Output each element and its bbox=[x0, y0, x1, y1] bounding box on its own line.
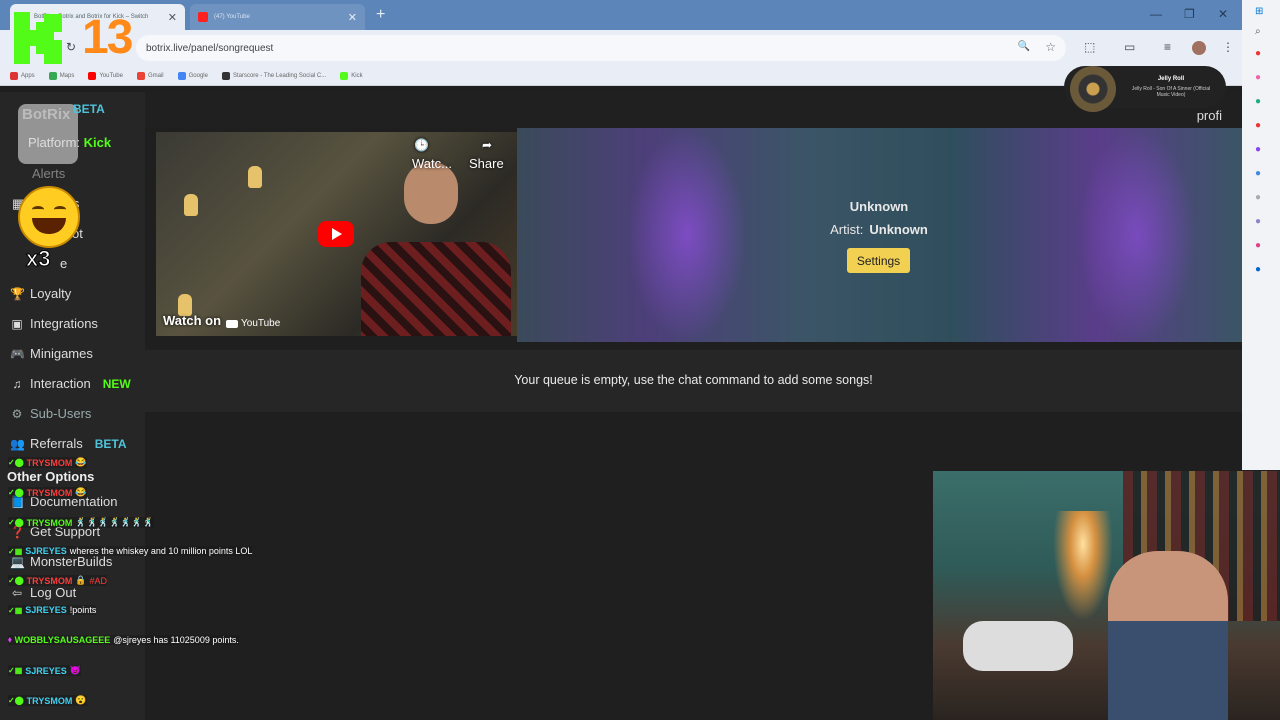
sidebar-item-referrals[interactable]: 👥 Referrals BETA bbox=[10, 436, 127, 451]
chat-message: ✓⬤ TRYSMOM 😂 bbox=[8, 457, 87, 468]
close-tab-icon[interactable]: ✕ bbox=[348, 11, 357, 24]
app-icon[interactable]: ● bbox=[1255, 168, 1261, 179]
sidebar-item-minigames[interactable]: 🎮 Minigames bbox=[10, 346, 93, 361]
now-playing-track: Jelly Roll - Son Of A Sinner (Official M… bbox=[1131, 86, 1211, 98]
multiplier-label: x3 bbox=[25, 246, 51, 272]
windows-sidebar: ⊞ ⌕ ● ● ● ● ● ● ● ● ● ● bbox=[1242, 0, 1280, 470]
minimize-icon[interactable]: — bbox=[1150, 7, 1162, 21]
chat-message: ✓⬤ TRYSMOM 🔒 #AD bbox=[8, 575, 108, 586]
extensions-icon[interactable]: ⬚ bbox=[1084, 40, 1095, 54]
tab-youtube[interactable]: (47) YouTube ✕ bbox=[190, 4, 365, 30]
close-tab-icon[interactable]: ✕ bbox=[168, 11, 177, 24]
app-icon[interactable]: ● bbox=[1255, 240, 1261, 251]
laughing-emoji-icon bbox=[18, 186, 80, 248]
chat-message: ✓▦ SJREYES 😈 bbox=[8, 665, 82, 676]
windows-icon[interactable]: ⊞ bbox=[1255, 6, 1263, 17]
profile-link[interactable]: profi bbox=[1197, 108, 1222, 123]
queue-empty-message: Your queue is empty, use the chat comman… bbox=[514, 373, 873, 387]
youtube-logo-icon[interactable]: YouTube bbox=[226, 318, 280, 329]
search-icon[interactable]: ⌕ bbox=[1255, 26, 1261, 37]
url-text: botrix.live/panel/songrequest bbox=[146, 42, 274, 54]
media-icon[interactable]: ≡ bbox=[1164, 40, 1171, 54]
menu-icon[interactable]: ⋮ bbox=[1222, 40, 1234, 54]
settings-button[interactable]: Settings bbox=[847, 248, 910, 273]
app-icon[interactable]: ● bbox=[1255, 216, 1261, 227]
watch-later-label[interactable]: Watc... bbox=[412, 156, 452, 171]
bookmark-starscore[interactable]: Starscore - The Leading Social C... bbox=[221, 71, 326, 80]
chat-message: ✓▦ SJREYES wheres the whiskey and 10 milli… bbox=[8, 546, 253, 556]
beta-badge: BETA bbox=[73, 102, 105, 116]
zoom-icon[interactable]: 🔍 bbox=[1018, 41, 1030, 52]
youtube-favicon-icon bbox=[198, 12, 208, 22]
kick-k-logo-icon bbox=[14, 12, 62, 64]
bookmarks-bar: Apps Maps YouTube Gmail Google Starscore… bbox=[0, 66, 1242, 86]
song-title: Unknown bbox=[849, 199, 909, 214]
app-icon[interactable]: ● bbox=[1255, 120, 1261, 131]
tab-title: (47) YouTube bbox=[214, 14, 250, 20]
chat-message: ✓⬤ TRYSMOM 😮 bbox=[8, 695, 87, 706]
share-icon[interactable]: ➦ bbox=[482, 138, 492, 152]
app-icon[interactable]: ● bbox=[1255, 192, 1261, 203]
laptop-icon: 💻 bbox=[10, 554, 25, 569]
brand-name: BotRix bbox=[22, 106, 71, 123]
webcam-feed bbox=[933, 471, 1280, 720]
album-disc-icon bbox=[1070, 66, 1116, 112]
platform-value: Kick bbox=[83, 135, 112, 150]
bookmark-star-icon[interactable]: ☆ bbox=[1045, 40, 1056, 54]
tab-strip bbox=[0, 0, 1242, 30]
logout-icon: ⇦ bbox=[11, 585, 23, 600]
music-note-icon: ♫ bbox=[12, 376, 22, 391]
share-label[interactable]: Share bbox=[469, 156, 504, 171]
now-playing-widget: Jelly Roll Jelly Roll - Son Of A Sinner … bbox=[1064, 66, 1226, 112]
new-tab-button[interactable]: + bbox=[376, 6, 385, 24]
sidebar-item-partial-label[interactable]: e bbox=[60, 256, 67, 271]
app-icon[interactable]: ● bbox=[1255, 72, 1261, 83]
now-playing-artist: Jelly Roll bbox=[1157, 76, 1185, 82]
integrations-icon: ▣ bbox=[11, 316, 23, 331]
app-icon[interactable]: ● bbox=[1255, 96, 1261, 107]
sidebar-item-log-out[interactable]: ⇦ Log Out bbox=[10, 585, 76, 600]
sidebar-item-sub-users[interactable]: ⚙ Sub-Users bbox=[10, 406, 92, 421]
bookmark-gmail[interactable]: Gmail bbox=[136, 71, 164, 80]
maximize-icon[interactable]: ❐ bbox=[1184, 7, 1195, 21]
play-button[interactable] bbox=[318, 221, 354, 247]
app-icon[interactable]: ● bbox=[1255, 264, 1261, 275]
bookmark-maps[interactable]: Maps bbox=[48, 71, 74, 80]
gamepad-icon: 🎮 bbox=[10, 346, 25, 361]
song-artist: Artist: Unknown bbox=[830, 222, 928, 237]
address-bar[interactable]: botrix.live/panel/songrequest 🔍 ☆ bbox=[136, 35, 1066, 61]
sidebar-item-monsterbuilds[interactable]: 💻 MonsterBuilds bbox=[10, 554, 112, 569]
bookmark-google[interactable]: Google bbox=[177, 71, 208, 80]
youtube-player[interactable]: 🕒 Watc... ➦ Share Watch on YouTube bbox=[156, 132, 517, 336]
sidebar-item-interaction[interactable]: ♫ Interaction NEW bbox=[10, 376, 131, 391]
platform-indicator: Platform: Kick bbox=[28, 135, 112, 150]
watch-on-label[interactable]: Watch on bbox=[163, 313, 221, 328]
cast-icon[interactable]: ▭ bbox=[1124, 40, 1135, 54]
bookmark-youtube[interactable]: YouTube bbox=[88, 71, 123, 80]
gear-icon: ⚙ bbox=[11, 406, 23, 421]
counter-number: 13 bbox=[82, 11, 133, 64]
avatar[interactable] bbox=[1192, 41, 1206, 55]
beta-badge: BETA bbox=[94, 436, 127, 451]
new-badge: NEW bbox=[102, 376, 131, 391]
sidebar-item-loyalty[interactable]: 🏆 Loyalty bbox=[10, 286, 71, 301]
app-icon[interactable]: ● bbox=[1255, 144, 1261, 155]
app-icon[interactable]: ● bbox=[1255, 48, 1261, 59]
app-header bbox=[0, 92, 1242, 128]
bookmark-kick[interactable]: Kick bbox=[340, 71, 363, 80]
bookmark-apps[interactable]: Apps bbox=[10, 71, 35, 80]
sidebar-item-integrations[interactable]: ▣ Integrations bbox=[10, 316, 98, 331]
chat-message: ⬧ WOBBLYSAUSAGEEE @sjreyes has 11025009 po… bbox=[8, 635, 239, 645]
other-options-heading: Other Options bbox=[7, 469, 95, 484]
chat-message: ✓▦ SJREYES !points bbox=[8, 605, 97, 615]
reload-icon[interactable]: ↻ bbox=[66, 40, 76, 54]
chat-message: ✓⬤ TRYSMOM 😂 bbox=[8, 487, 87, 498]
chat-message: ✓⬤ TRYSMOM 🕺🕺🕺🕺🕺🕺🕺 bbox=[8, 517, 154, 528]
close-window-icon[interactable]: ✕ bbox=[1218, 7, 1228, 21]
users-icon: 👥 bbox=[10, 436, 25, 451]
clock-icon[interactable]: 🕒 bbox=[414, 138, 429, 152]
trophy-icon: 🏆 bbox=[10, 286, 25, 301]
sidebar-item-alerts[interactable]: Alerts bbox=[32, 166, 65, 181]
